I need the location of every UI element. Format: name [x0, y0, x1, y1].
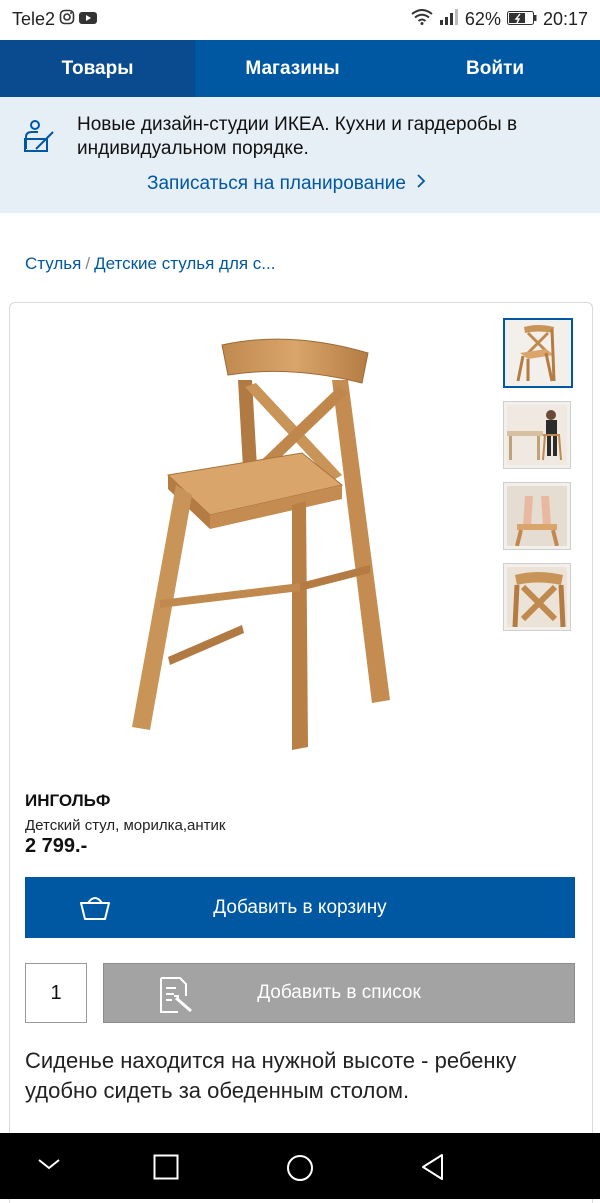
- breadcrumb-chairs[interactable]: Стулья: [25, 254, 81, 273]
- wifi-icon: [411, 9, 433, 30]
- quantity-input[interactable]: 1: [25, 963, 87, 1023]
- add-to-cart-label: Добавить в корзину: [213, 896, 387, 918]
- clock: 20:17: [542, 9, 588, 29]
- battery-icon: [506, 9, 537, 30]
- breadcrumb-kids-chairs[interactable]: Детские стулья для с...: [94, 254, 275, 273]
- chevron-down-icon[interactable]: [36, 1155, 62, 1178]
- product-price: 2 799.-: [25, 835, 88, 857]
- add-to-cart-button[interactable]: Добавить в корзину: [25, 877, 575, 938]
- battery-percent: 62%: [464, 9, 501, 29]
- promo-banner: Новые дизайн-студии ИКЕА. Кухни и гардер…: [0, 97, 600, 213]
- thumbnail-chair-closeup[interactable]: [503, 563, 571, 631]
- thumbnail-chair-front[interactable]: [503, 318, 573, 388]
- breadcrumb: Стулья / Детские стулья для с...: [25, 254, 275, 274]
- tab-products[interactable]: Товары: [0, 40, 195, 97]
- carrier-label: Tele2: [12, 9, 56, 29]
- book-planning-link[interactable]: Записаться на планирование: [147, 173, 426, 195]
- thumbnail-list: [503, 318, 575, 644]
- book-planning-label: Записаться на планирование: [147, 173, 406, 194]
- back-icon[interactable]: [420, 1153, 446, 1186]
- instagram-icon: [59, 9, 75, 30]
- system-navigation-bar: [0, 1133, 600, 1199]
- thumbnail-chair-table-scene[interactable]: [503, 401, 571, 469]
- signal-icon: [439, 9, 459, 30]
- tab-stores[interactable]: Магазины: [195, 40, 390, 97]
- shopping-list-icon: [158, 976, 194, 1020]
- breadcrumb-separator: /: [85, 254, 91, 273]
- product-main-image[interactable]: [110, 335, 400, 755]
- product-name: ИНГОЛЬФ: [25, 791, 111, 810]
- promo-text: Новые дизайн-студии ИКЕА. Кухни и гардер…: [77, 114, 518, 159]
- tab-login[interactable]: Войти: [390, 40, 600, 97]
- status-bar: Tele2 62% 20:17: [0, 0, 600, 40]
- thumbnail-child-on-chair[interactable]: [503, 482, 571, 550]
- product-description: Детский стул, морилка,антик: [25, 817, 226, 834]
- product-summary: Сиденье находится на нужной высоте - реб…: [25, 1048, 517, 1103]
- recent-apps-icon[interactable]: [153, 1154, 179, 1185]
- home-icon[interactable]: [285, 1153, 315, 1188]
- shopping-basket-icon: [79, 893, 111, 927]
- top-navigation: Товары Магазины Войти: [0, 40, 600, 97]
- youtube-icon: [79, 9, 98, 30]
- design-studio-icon: [22, 119, 56, 155]
- chevron-right-icon: [416, 173, 426, 195]
- add-to-list-button[interactable]: Добавить в список: [103, 963, 575, 1023]
- add-to-list-label: Добавить в список: [257, 982, 421, 1003]
